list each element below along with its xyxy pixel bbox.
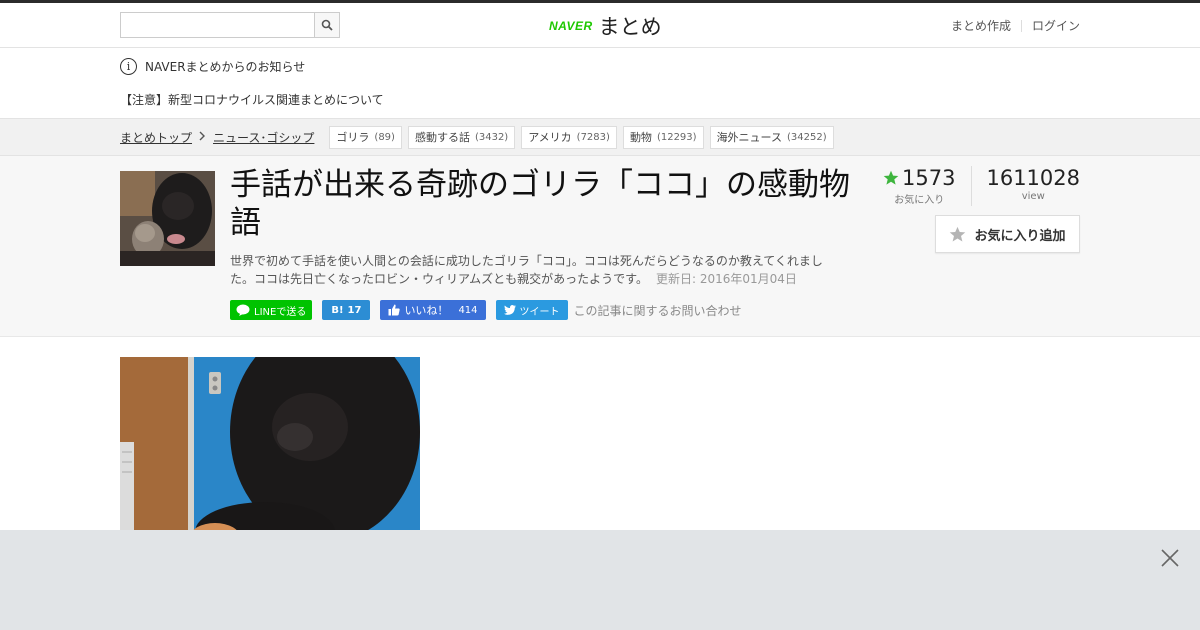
search-icon xyxy=(321,19,333,31)
logo-matome-text: まとめ xyxy=(598,15,662,39)
article-main-image[interactable] xyxy=(120,357,420,547)
share-buttons: LINEで送る B! 17 いいね！ 414 ツイート この記事に関するお問い合… xyxy=(230,300,742,320)
tag-item[interactable]: アメリカ (7283) xyxy=(521,125,617,149)
add-favorite-button[interactable]: お気に入り追加 xyxy=(935,215,1080,253)
search-box xyxy=(120,12,340,38)
line-icon xyxy=(236,304,250,316)
article-description: 世界で初めて手話を使い人間との会話に成功したゴリラ「ココ」。ココは死んだらどうな… xyxy=(230,252,835,288)
close-icon xyxy=(1161,549,1179,567)
line-share-button[interactable]: LINEで送る xyxy=(230,300,313,320)
tag-list: ゴリラ (89) 感動する話 (3432) アメリカ (7283) 動物 (12293)… xyxy=(329,125,834,149)
star-icon xyxy=(950,226,966,242)
hatena-icon: B! xyxy=(331,304,344,316)
header-links: まとめ作成 ログイン xyxy=(951,17,1080,34)
tag-count: (12293) xyxy=(656,131,697,143)
tag-label: 感動する話 xyxy=(414,131,470,144)
bottom-ad-bar xyxy=(0,530,1200,630)
tweet-button[interactable]: ツイート xyxy=(495,300,568,320)
hatena-count: 17 xyxy=(347,304,362,316)
article-stats: 1573 お気に入り 1611028 view xyxy=(883,166,1080,206)
tag-item[interactable]: 感動する話 (3432) xyxy=(407,125,516,149)
login-link[interactable]: ログイン xyxy=(1032,17,1080,34)
facebook-like-icon xyxy=(388,304,401,316)
star-icon xyxy=(883,170,899,185)
favorite-label: お気に入り xyxy=(894,195,945,206)
article-thumbnail[interactable] xyxy=(120,171,215,266)
view-count: 1611028 xyxy=(986,166,1080,190)
tag-label: 動物 xyxy=(629,131,652,144)
facebook-like-count: 414 xyxy=(458,304,478,316)
tag-label: アメリカ xyxy=(528,131,572,144)
tag-item[interactable]: 海外ニュース (34252) xyxy=(709,125,834,149)
favorite-stat: 1573 お気に入り xyxy=(883,166,973,206)
tag-count: (3432) xyxy=(474,131,509,143)
breadcrumb-category[interactable]: ニュース･ゴシップ xyxy=(213,129,314,146)
hatena-bookmark-button[interactable]: B! 17 xyxy=(322,300,371,320)
twitter-bird-icon xyxy=(503,305,516,315)
notice-title-text: NAVERまとめからのお知らせ xyxy=(145,60,306,74)
info-icon: i xyxy=(120,58,137,75)
breadcrumb-bar: まとめトップ ニュース･ゴシップ ゴリラ (89) 感動する話 (3432) アメリ… xyxy=(0,118,1200,156)
tag-count: (89) xyxy=(374,131,395,143)
tag-label: 海外ニュース xyxy=(716,131,783,144)
article-contact-link[interactable]: この記事に関するお問い合わせ xyxy=(574,302,742,319)
site-header: NAVER まとめ まとめ作成 ログイン xyxy=(0,3,1200,48)
tag-item[interactable]: 動物 (12293) xyxy=(622,125,704,149)
facebook-like-button[interactable]: いいね！ 414 xyxy=(380,300,486,320)
article-title: 手話が出来る奇跡のゴリラ「ココ」の感動物語 xyxy=(230,167,850,241)
divider xyxy=(1020,19,1022,32)
article-header: 手話が出来る奇跡のゴリラ「ココ」の感動物語 世界で初めて手話を使い人間との会話に… xyxy=(0,156,1200,337)
updated-date: 更新日: 2016年01月04日 xyxy=(655,272,797,286)
view-label: view xyxy=(1021,191,1045,202)
notice-section: i NAVERまとめからのお知らせ 【注意】新型コロナウイルス関連まとめについて xyxy=(0,48,1200,118)
close-ad-button[interactable] xyxy=(1160,548,1180,568)
breadcrumb: まとめトップ ニュース･ゴシップ ゴリラ (89) 感動する話 (3432) アメリ… xyxy=(120,125,834,149)
notice-link[interactable]: 【注意】新型コロナウイルス関連まとめについて xyxy=(120,91,384,108)
site-logo[interactable]: NAVER まとめ xyxy=(549,11,662,41)
search-input[interactable] xyxy=(120,12,314,38)
tag-label: ゴリラ xyxy=(336,131,370,144)
tag-count: (34252) xyxy=(787,131,827,143)
chevron-right-icon xyxy=(199,130,206,145)
view-stat: 1611028 view xyxy=(972,166,1080,206)
tag-item[interactable]: ゴリラ (89) xyxy=(329,125,402,149)
facebook-like-label: いいね！ xyxy=(404,304,449,317)
search-button[interactable] xyxy=(314,12,340,38)
breadcrumb-top[interactable]: まとめトップ xyxy=(120,129,192,146)
tweet-label: ツイート xyxy=(519,306,560,318)
tag-count: (7283) xyxy=(576,131,610,143)
favorite-count: 1573 xyxy=(902,166,956,190)
logo-naver-text: NAVER xyxy=(549,19,593,33)
notice-title: i NAVERまとめからのお知らせ xyxy=(120,58,305,75)
create-matome-link[interactable]: まとめ作成 xyxy=(951,17,1011,34)
line-share-label: LINEで送る xyxy=(254,306,307,318)
add-favorite-label: お気に入り追加 xyxy=(974,228,1066,244)
